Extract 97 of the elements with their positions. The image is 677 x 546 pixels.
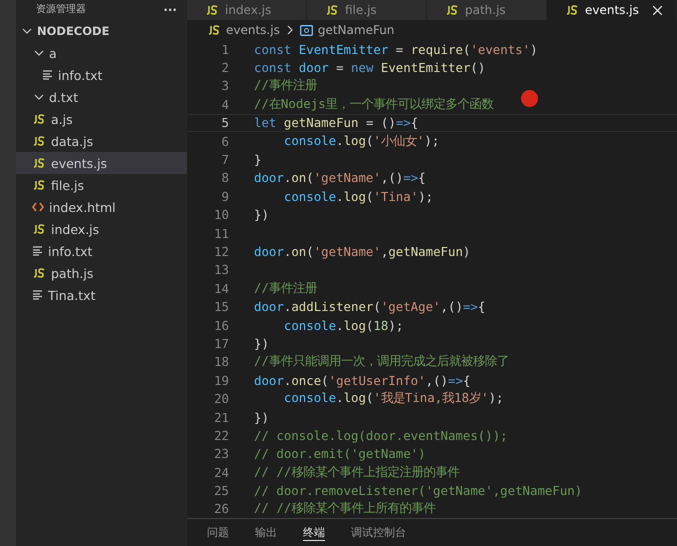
js-file-icon bbox=[32, 136, 46, 146]
code-line: } bbox=[254, 152, 262, 168]
code-line: door.on('getName',getNameFun) bbox=[254, 244, 470, 259]
code-line: // console.log(door.eventNames()); bbox=[254, 428, 508, 443]
folder-item[interactable]: a bbox=[16, 42, 187, 64]
cursor-highlight-icon bbox=[521, 90, 538, 107]
code-line: door.addListener('getAge',()=>{ bbox=[254, 299, 486, 314]
js-file-icon bbox=[32, 268, 46, 278]
line-number: 7 bbox=[220, 152, 229, 168]
text-file-icon bbox=[32, 246, 43, 256]
panel-tab[interactable]: 终端 bbox=[303, 526, 325, 541]
line-number: 15 bbox=[213, 299, 229, 314]
chevron-down-icon bbox=[34, 48, 44, 58]
breadcrumb-symbol[interactable]: getNameFun bbox=[318, 23, 394, 37]
code-file-icon bbox=[32, 202, 44, 212]
code-line: }) bbox=[254, 410, 269, 424]
js-file-icon bbox=[445, 5, 459, 15]
workspace-header[interactable]: NODECODE bbox=[16, 20, 187, 42]
chevron-right-icon bbox=[284, 25, 295, 35]
line-number: 2 bbox=[220, 60, 229, 76]
js-file-icon bbox=[32, 114, 46, 124]
file-item[interactable]: index.js bbox=[16, 218, 187, 240]
panel-tab[interactable]: 问题 bbox=[207, 526, 229, 541]
code-line: }) bbox=[254, 207, 269, 222]
panel-tab[interactable]: 输出 bbox=[255, 526, 277, 541]
file-item[interactable]: events.js bbox=[16, 152, 187, 174]
file-item[interactable]: a.js bbox=[16, 108, 187, 130]
line-number: 24 bbox=[213, 464, 229, 480]
line-number: 21 bbox=[213, 410, 229, 424]
code-line: console.log('我是Tina,我18岁'); bbox=[282, 390, 504, 408]
code-line: }) bbox=[254, 336, 269, 351]
editor-tab[interactable]: index.js bbox=[187, 0, 307, 20]
code-line: console.log(18); bbox=[282, 318, 404, 333]
code-line: // //移除某个事件上所有的事件 bbox=[254, 500, 436, 518]
file-item[interactable]: info.txt bbox=[16, 64, 187, 86]
breadcrumb-file[interactable]: events.js bbox=[226, 23, 280, 37]
folder-item[interactable]: d.txt bbox=[16, 86, 187, 108]
js-file-icon bbox=[325, 5, 339, 15]
code-line: // door.removeListener('getName',getNameFun) bbox=[254, 483, 582, 498]
line-number: 1 bbox=[220, 42, 229, 57]
editor-tab[interactable]: path.js bbox=[427, 0, 547, 20]
text-file-icon bbox=[32, 290, 43, 300]
file-item[interactable]: file.js bbox=[16, 174, 187, 196]
file-item[interactable]: data.js bbox=[16, 130, 187, 152]
line-number: 3 bbox=[220, 78, 229, 94]
code-line: door.once('getUserInfo',()=>{ bbox=[254, 372, 470, 388]
editor-tab[interactable]: events.js bbox=[547, 0, 677, 20]
line-number: 26 bbox=[213, 501, 229, 516]
line-number: 6 bbox=[220, 134, 229, 149]
line-number: 5 bbox=[220, 115, 229, 130]
code-line: door.on('getName',()=>{ bbox=[254, 170, 426, 186]
line-number: 13 bbox=[213, 262, 229, 278]
line-number: 14 bbox=[213, 280, 229, 296]
file-item[interactable]: info.txt bbox=[16, 240, 187, 262]
js-file-icon bbox=[207, 25, 221, 35]
code-line: // door.emit('getName') bbox=[254, 446, 426, 462]
editor-tab[interactable]: file.js bbox=[307, 0, 427, 20]
code-line: const EventEmitter = require('events') bbox=[254, 42, 538, 57]
line-number: 25 bbox=[213, 483, 229, 498]
line-number: 16 bbox=[213, 318, 229, 333]
code-line: console.log('小仙女'); bbox=[282, 132, 440, 150]
js-file-icon bbox=[205, 5, 219, 15]
code-line: let getNameFun = ()=>{ bbox=[254, 115, 418, 130]
code-line: const door = new EventEmitter() bbox=[254, 60, 486, 76]
line-number: 18 bbox=[213, 354, 229, 370]
line-number: 10 bbox=[213, 207, 229, 222]
code-line: //事件注册 bbox=[254, 280, 317, 297]
text-file-icon bbox=[42, 70, 53, 80]
line-number: 8 bbox=[220, 170, 229, 186]
js-file-icon bbox=[32, 180, 46, 190]
line-number: 12 bbox=[213, 244, 229, 259]
chevron-down-icon bbox=[34, 92, 44, 102]
js-file-icon bbox=[565, 5, 579, 15]
code-line: //事件注册 bbox=[254, 77, 317, 94]
line-number: 4 bbox=[220, 96, 229, 112]
code-line: //在Nodejs里，一个事件可以绑定多个函数 bbox=[254, 96, 494, 113]
explorer-title: 资源管理器 bbox=[36, 3, 86, 17]
line-number: 20 bbox=[213, 391, 229, 406]
file-item[interactable]: Tina.txt bbox=[16, 284, 187, 306]
panel-tab[interactable]: 调试控制台 bbox=[351, 526, 406, 541]
code-line: console.log('Tina'); bbox=[282, 188, 434, 204]
code-line: //事件只能调用一次，调用完成之后就被移除了 bbox=[254, 353, 509, 370]
close-icon[interactable] bbox=[653, 6, 662, 14]
line-number: 17 bbox=[213, 336, 229, 351]
line-number: 22 bbox=[213, 428, 229, 443]
line-number: 23 bbox=[213, 446, 229, 462]
line-number: 9 bbox=[220, 188, 229, 204]
code-line: // //移除某个事件上指定注册的事件 bbox=[254, 464, 460, 481]
js-file-icon bbox=[32, 224, 46, 234]
js-file-icon bbox=[32, 158, 46, 168]
chevron-down-icon bbox=[22, 26, 32, 36]
file-item[interactable]: path.js bbox=[16, 262, 187, 284]
line-number: 19 bbox=[213, 372, 229, 388]
line-number: 11 bbox=[213, 226, 229, 241]
variable-icon bbox=[300, 24, 313, 36]
file-item[interactable]: index.html bbox=[16, 196, 187, 218]
more-actions[interactable]: ··· bbox=[163, 3, 177, 17]
